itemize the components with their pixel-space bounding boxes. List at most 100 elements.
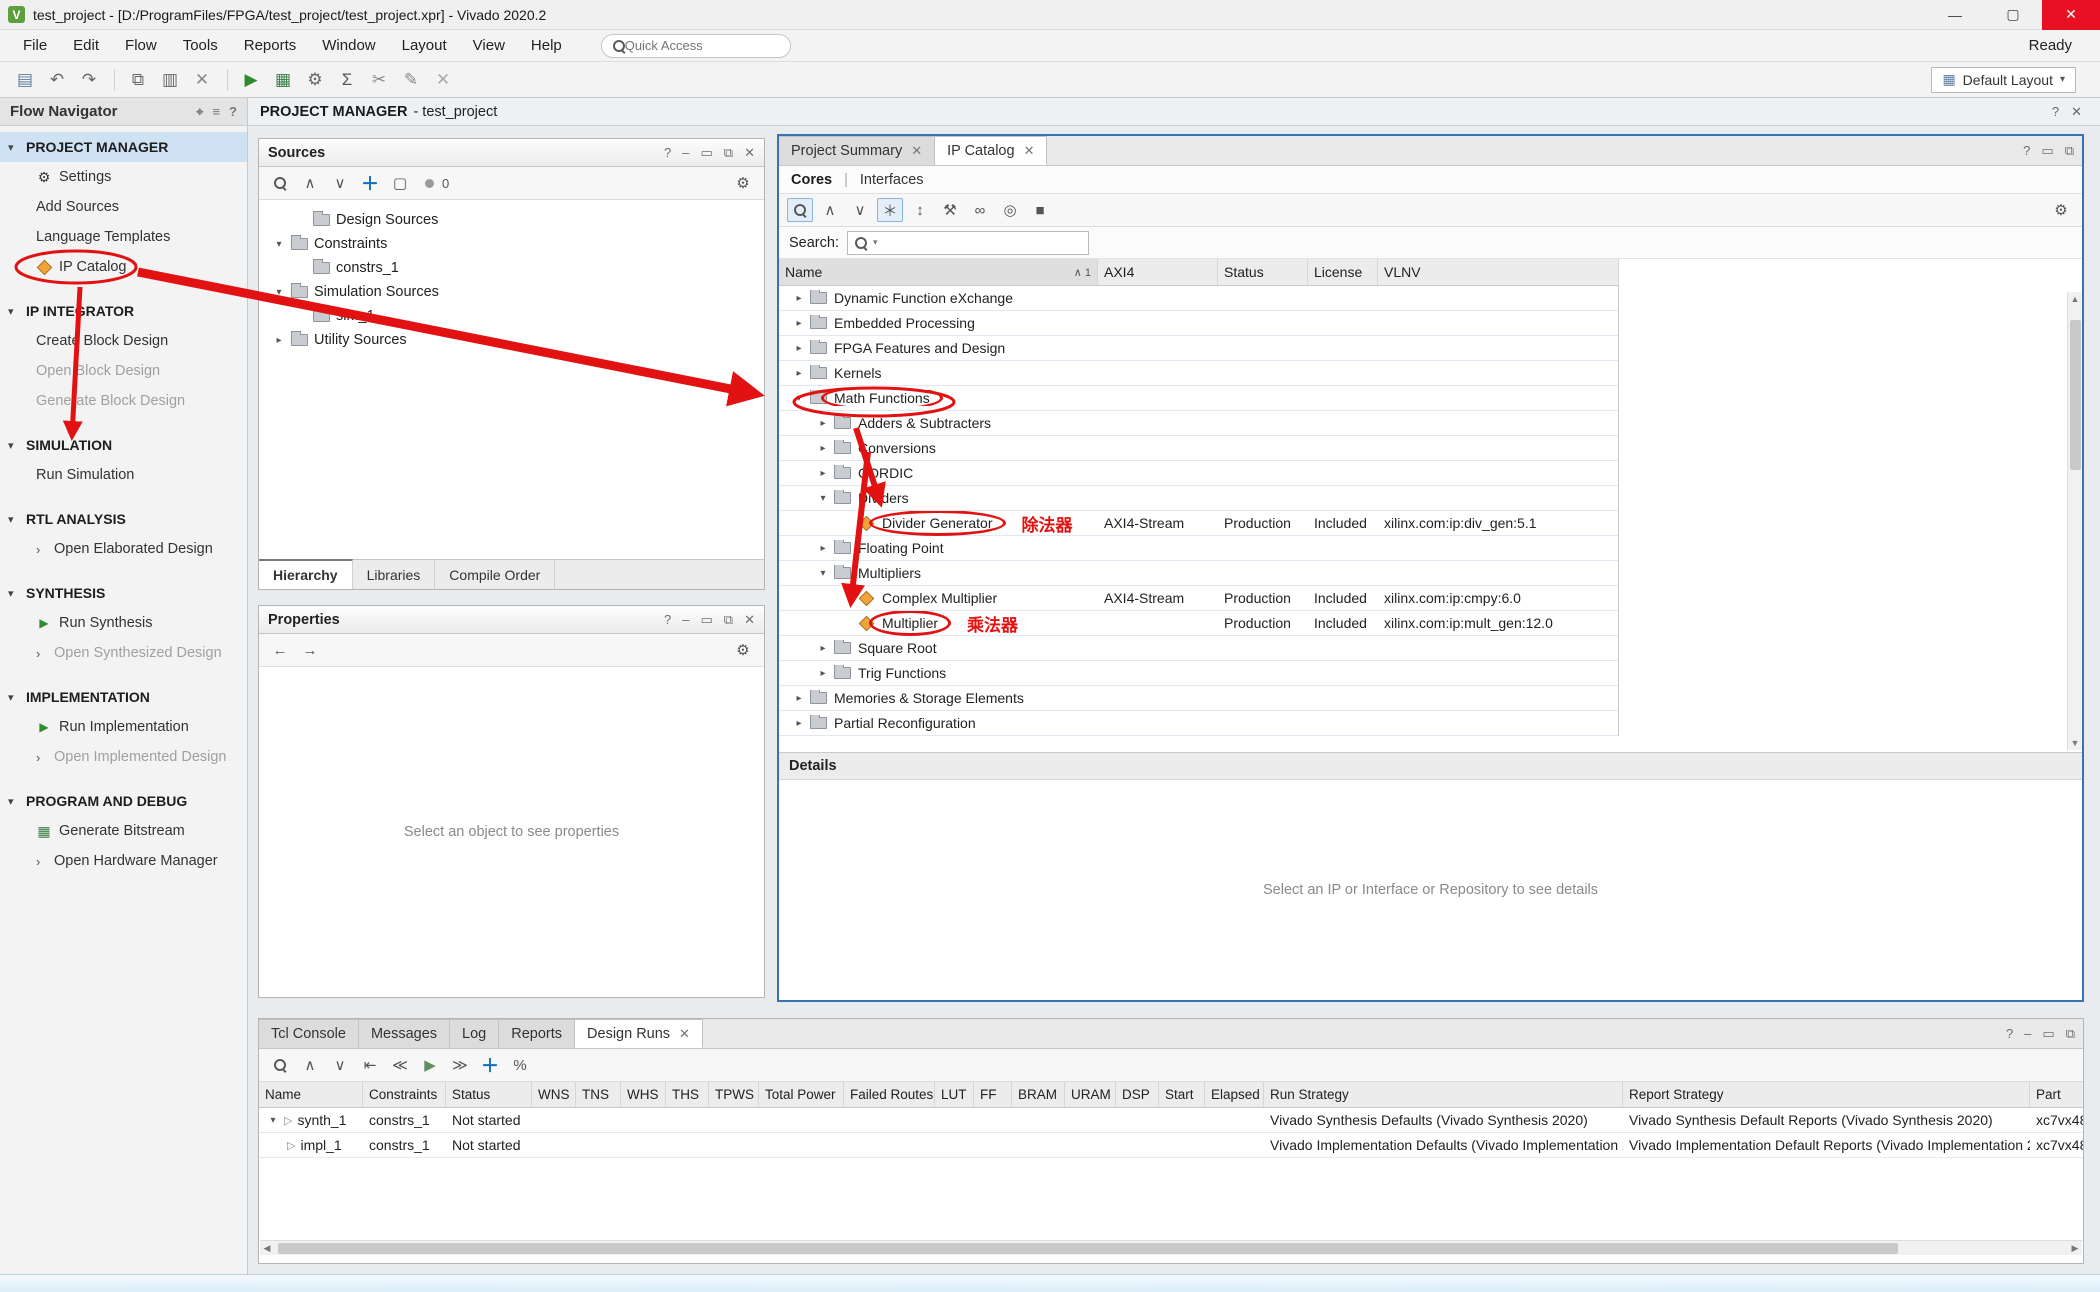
run-row-synth-1[interactable]: ▾▷synth_1constrs_1Not startedVivado Synt… [259, 1108, 2084, 1133]
chevron-down-icon[interactable]: ▾ [273, 239, 285, 250]
menu-item-help[interactable]: Help [518, 30, 575, 62]
catalog-row-partial-reconfiguration[interactable]: ▸Partial Reconfiguration [779, 711, 1618, 736]
help-icon[interactable]: ? [2023, 143, 2030, 159]
chevron-right-icon[interactable]: ▸ [793, 718, 805, 729]
catalog-row-math-functions[interactable]: ▾Math Functions [779, 386, 1618, 411]
chevron-right-icon[interactable]: ▸ [793, 293, 805, 304]
link-icon[interactable]: ∞ [967, 198, 993, 222]
chevron-right-icon[interactable]: ▸ [817, 668, 829, 679]
close-icon[interactable]: ✕ [428, 66, 458, 94]
catalog-row-dynamic-function-exchange[interactable]: ▸Dynamic Function eXchange [779, 286, 1618, 311]
column-header-uram[interactable]: URAM [1065, 1082, 1116, 1107]
collapse-all-icon[interactable]: ∧ [297, 1053, 323, 1077]
column-header-run-strategy[interactable]: Run Strategy [1264, 1082, 1623, 1107]
scroll-to-icon[interactable]: ▢ [387, 171, 413, 195]
catalog-row-multipliers[interactable]: ▾Multipliers [779, 561, 1618, 586]
tree-item-design-sources[interactable]: Design Sources [259, 208, 764, 232]
menu-item-layout[interactable]: Layout [389, 30, 460, 62]
flownav-header-ip-integrator[interactable]: ▾IP INTEGRATOR [0, 296, 247, 326]
stop-icon[interactable]: ■ [1027, 198, 1053, 222]
maximize-icon[interactable]: ▭ [701, 612, 713, 628]
subtab-interfaces[interactable]: Interfaces [860, 172, 924, 188]
sidebar-item-generate-block-design[interactable]: Generate Block Design [0, 386, 247, 416]
tab-design-runs[interactable]: Design Runs✕ [575, 1019, 703, 1048]
catalog-row-multiplier[interactable]: Multiplier乘法器ProductionIncludedxilinx.co… [779, 611, 1618, 636]
catalog-row-square-root[interactable]: ▸Square Root [779, 636, 1618, 661]
sidebar-item-run-implementation[interactable]: ▶Run Implementation [0, 712, 247, 742]
expand-all-icon[interactable]: ∨ [327, 171, 353, 195]
tab-messages[interactable]: Messages [359, 1019, 450, 1048]
chevron-right-icon[interactable]: ▸ [817, 643, 829, 654]
collapse-all-icon[interactable]: ∧ [297, 171, 323, 195]
catalog-row-divider-generator[interactable]: Divider Generator除法器AXI4-StreamProductio… [779, 511, 1618, 536]
column-header-status[interactable]: Status [446, 1082, 532, 1107]
cut-icon[interactable]: ✂ [364, 66, 394, 94]
menu-item-flow[interactable]: Flow [112, 30, 170, 62]
column-header-name[interactable]: Name∧ 1 [779, 259, 1098, 285]
program-device-icon[interactable]: ▦ [268, 66, 298, 94]
tree-item-constraints[interactable]: ▾Constraints [259, 232, 764, 256]
column-header-total-power[interactable]: Total Power [759, 1082, 844, 1107]
scroll-up-icon[interactable]: ▲ [2071, 292, 2080, 306]
tab-reports[interactable]: Reports [499, 1019, 575, 1048]
column-header-axi4[interactable]: AXI4 [1098, 259, 1218, 285]
undo-icon[interactable]: ↶ [42, 66, 72, 94]
tab-hierarchy[interactable]: Hierarchy [259, 559, 353, 589]
quick-access-input[interactable] [625, 38, 780, 53]
close-icon[interactable]: ✕ [679, 1026, 690, 1042]
column-header-name[interactable]: Name [259, 1082, 363, 1107]
delete-icon[interactable]: ✕ [187, 66, 217, 94]
tree-item-simulation-sources[interactable]: ▾Simulation Sources [259, 280, 764, 304]
sidebar-item-settings[interactable]: ⚙Settings [0, 162, 247, 192]
collapse-all-icon[interactable]: ∧ [817, 198, 843, 222]
help-icon[interactable]: ? [664, 612, 671, 628]
close-icon[interactable]: ✕ [2071, 104, 2082, 120]
column-header-lut[interactable]: LUT [935, 1082, 974, 1107]
redo-icon[interactable]: ↷ [74, 66, 104, 94]
column-header-ths[interactable]: THS [666, 1082, 709, 1107]
maximize-icon[interactable]: ▭ [701, 145, 713, 161]
column-header-license[interactable]: License [1308, 259, 1378, 285]
search-icon[interactable] [787, 198, 813, 222]
horizontal-scrollbar[interactable]: ◀ ▶ [260, 1240, 2082, 1255]
gear-icon[interactable]: ⚙ [730, 171, 756, 195]
close-icon[interactable]: ✕ [744, 145, 755, 161]
help-icon[interactable]: ? [2006, 1026, 2013, 1042]
catalog-row-memories-storage-elements[interactable]: ▸Memories & Storage Elements [779, 686, 1618, 711]
quick-access-search[interactable] [601, 34, 791, 58]
ip-search-box[interactable]: ▾ [847, 231, 1089, 255]
tree-item-constrs-1[interactable]: constrs_1 [259, 256, 764, 280]
column-header-wns[interactable]: WNS [532, 1082, 576, 1107]
hierarchy-icon[interactable]: ↕ [907, 198, 933, 222]
float-icon[interactable]: ⧉ [724, 145, 733, 161]
chevron-down-icon[interactable]: ▾ [817, 568, 829, 579]
maximize-icon[interactable]: ▢ [1984, 0, 2042, 30]
help-icon[interactable]: ? [2052, 104, 2059, 120]
forward-icon[interactable]: ≫ [447, 1053, 473, 1077]
scroll-left-icon[interactable]: ◀ [260, 1243, 274, 1254]
add-sources-icon[interactable]: ＋ [357, 171, 383, 195]
sidebar-item-open-hardware-manager[interactable]: ›Open Hardware Manager [0, 846, 247, 876]
sidebar-item-open-implemented-design[interactable]: ›Open Implemented Design [0, 742, 247, 772]
close-icon[interactable]: ✕ [911, 143, 922, 159]
sidebar-item-add-sources[interactable]: Add Sources [0, 192, 247, 222]
catalog-row-adders-subtracters[interactable]: ▸Adders & Subtracters [779, 411, 1618, 436]
chevron-right-icon[interactable]: ▸ [817, 543, 829, 554]
percent-icon[interactable]: % [507, 1053, 533, 1077]
column-header-dsp[interactable]: DSP [1116, 1082, 1159, 1107]
close-icon[interactable]: ✕ [2042, 0, 2100, 30]
paste-icon[interactable]: ▥ [155, 66, 185, 94]
flownav-header-implementation[interactable]: ▾IMPLEMENTATION [0, 682, 247, 712]
menu-item-tools[interactable]: Tools [170, 30, 231, 62]
float-icon[interactable]: ⧉ [2065, 143, 2074, 159]
help-icon[interactable]: ? [664, 145, 671, 161]
play-icon[interactable]: ▶ [417, 1053, 443, 1077]
chevron-right-icon[interactable]: ▸ [817, 443, 829, 454]
sidebar-item-create-block-design[interactable]: Create Block Design [0, 326, 247, 356]
sidebar-item-language-templates[interactable]: Language Templates [0, 222, 247, 252]
tree-item-sim-1[interactable]: sim_1 [259, 304, 764, 328]
column-header-start[interactable]: Start [1159, 1082, 1205, 1107]
menu-item-file[interactable]: File [10, 30, 60, 62]
menu-item-view[interactable]: View [460, 30, 518, 62]
column-header-status[interactable]: Status [1218, 259, 1308, 285]
